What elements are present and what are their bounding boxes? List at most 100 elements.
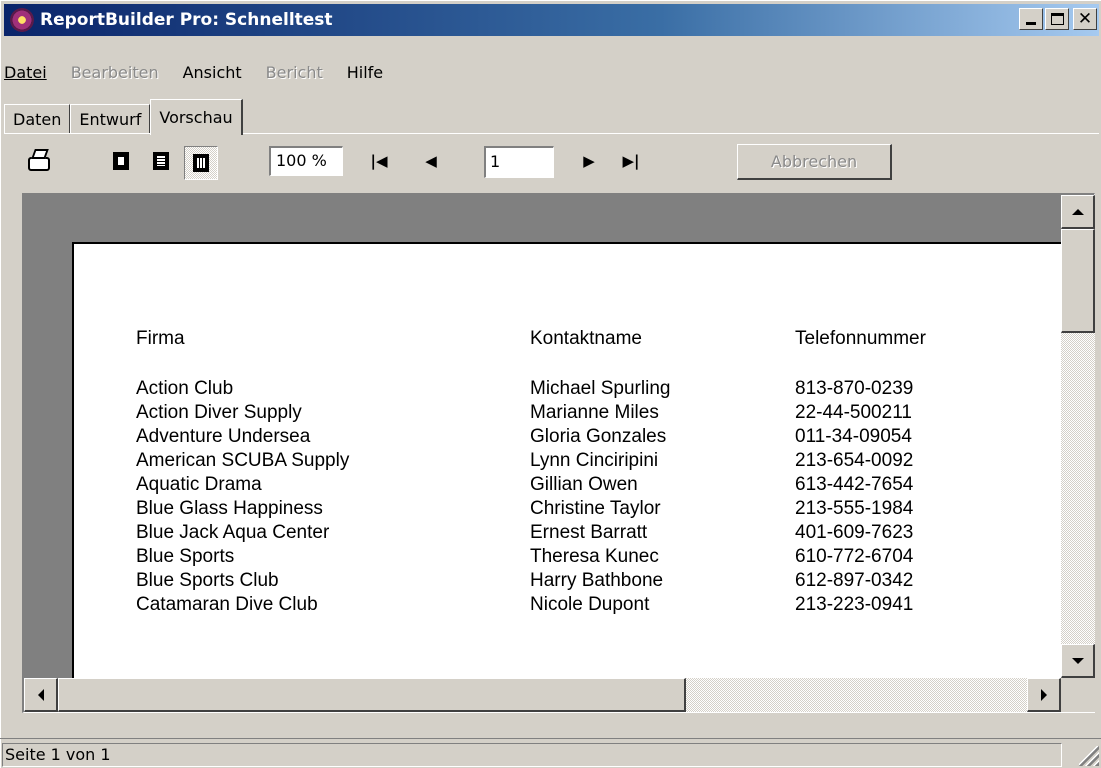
hundred-percent-button[interactable] xyxy=(184,146,218,180)
close-icon: ✕ xyxy=(1077,9,1093,29)
cell-kontaktname: Nicole Dupont xyxy=(530,594,650,615)
menu-bericht[interactable]: Bericht xyxy=(262,63,327,82)
cell-telefonnummer: 610-772-6704 xyxy=(795,546,914,567)
page-width-icon xyxy=(153,152,169,170)
cancel-button[interactable]: Abbrechen xyxy=(737,144,892,180)
minimize-icon xyxy=(1026,22,1036,25)
table-row: Adventure Undersea Gloria Gonzales 011-34-… xyxy=(136,424,1036,449)
tab-vorschau[interactable]: Vorschau xyxy=(150,99,243,135)
cell-kontaktname: Harry Bathbone xyxy=(530,570,664,591)
app-window: ReportBuilder Pro: Schnelltest ✕ Datei B… xyxy=(0,0,1101,768)
app-gear-icon[interactable] xyxy=(10,8,34,32)
cell-telefonnummer: 401-609-7623 xyxy=(795,522,914,543)
cell-kontaktname: Theresa Kunec xyxy=(530,546,659,567)
first-page-button[interactable]: |◀ xyxy=(364,146,394,176)
status-text: Seite 1 von 1 xyxy=(2,743,1062,767)
cell-firma: Action Diver Supply xyxy=(136,402,302,423)
cell-telefonnummer: 213-555-1984 xyxy=(795,498,914,519)
menu-bearbeiten-label: Bearbeiten xyxy=(70,62,159,82)
last-page-icon: ▶| xyxy=(622,152,640,170)
horizontal-scrollbar[interactable] xyxy=(24,678,1061,712)
menu-hilfe[interactable]: Hilfe xyxy=(343,63,387,82)
page-width-button[interactable] xyxy=(146,146,176,176)
cell-kontaktname: Lynn Cinciripini xyxy=(530,450,659,471)
minimize-button[interactable] xyxy=(1019,8,1043,30)
cell-telefonnummer: 213-223-0941 xyxy=(795,594,914,615)
cell-kontaktname: Gloria Gonzales xyxy=(530,426,667,447)
tab-daten[interactable]: Daten xyxy=(4,104,71,134)
cell-firma: Blue Jack Aqua Center xyxy=(136,522,330,543)
table-row: Catamaran Dive Club Nicole Dupont 213-223-… xyxy=(136,592,1036,617)
menu-bar: Datei Bearbeiten Ansicht Bericht Hilfe xyxy=(4,58,403,86)
table-row: Action Club Michael Spurling 813-870-0239 xyxy=(136,376,1036,401)
report-page: Firma Kontaktname Telefonnummer Action C… xyxy=(72,242,1061,678)
title-bar[interactable]: ReportBuilder Pro: Schnelltest ✕ xyxy=(4,4,1099,36)
maximize-icon xyxy=(1051,13,1064,25)
preview-pane: Firma Kontaktname Telefonnummer Action C… xyxy=(22,193,1095,713)
header-firma: Firma xyxy=(136,328,185,349)
tab-entwurf[interactable]: Entwurf xyxy=(70,104,151,134)
horizontal-scroll-thumb[interactable] xyxy=(58,678,686,712)
scroll-right-icon xyxy=(1040,688,1047,701)
menu-datei-label: Datei xyxy=(4,62,47,82)
scroll-left-icon xyxy=(37,688,44,701)
menu-datei[interactable]: Datei xyxy=(4,63,51,82)
window-title: ReportBuilder Pro: Schnelltest xyxy=(40,10,333,30)
scroll-up-icon xyxy=(1071,208,1084,215)
menu-hilfe-label: Hilfe xyxy=(346,62,384,82)
cell-firma: Blue Sports xyxy=(136,546,235,567)
cell-kontaktname: Ernest Barratt xyxy=(530,522,648,543)
cell-firma: American SCUBA Supply xyxy=(136,450,350,471)
previous-page-icon: ◀ xyxy=(425,152,437,170)
cell-kontaktname: Marianne Miles xyxy=(530,402,659,423)
cell-telefonnummer: 22-44-500211 xyxy=(795,402,912,423)
cell-firma: Action Club xyxy=(136,378,234,399)
table-row: Blue Jack Aqua Center Ernest Barratt 401-6… xyxy=(136,520,1036,545)
scroll-down-icon xyxy=(1071,657,1084,664)
header-telefonnummer: Telefonnummer xyxy=(795,328,926,349)
table-row: Aquatic Drama Gillian Owen 613-442-7654 xyxy=(136,472,1036,497)
table-row: Blue Sports Club Harry Bathbone 612-897-03… xyxy=(136,568,1036,593)
table-row: American SCUBA Supply Lynn Cinciripini 213… xyxy=(136,448,1036,473)
whole-page-button[interactable] xyxy=(106,146,136,176)
cell-kontaktname: Gillian Owen xyxy=(530,474,638,495)
cell-kontaktname: Christine Taylor xyxy=(530,498,661,519)
cell-firma: Adventure Undersea xyxy=(136,426,311,447)
hundred-percent-icon xyxy=(193,154,209,172)
whole-page-icon xyxy=(113,152,129,170)
vertical-scroll-thumb[interactable] xyxy=(1061,229,1095,333)
next-page-icon: ▶ xyxy=(583,152,595,170)
header-kontaktname: Kontaktname xyxy=(530,328,642,349)
preview-viewport[interactable]: Firma Kontaktname Telefonnummer Action C… xyxy=(24,195,1061,678)
cell-firma: Catamaran Dive Club xyxy=(136,594,318,615)
scroll-right-button[interactable] xyxy=(1027,678,1061,712)
previous-page-button[interactable]: ◀ xyxy=(416,146,446,176)
printer-icon xyxy=(28,157,50,171)
scrollbar-corner xyxy=(1061,678,1095,712)
close-button[interactable]: ✕ xyxy=(1073,8,1097,30)
print-button[interactable] xyxy=(24,146,54,176)
maximize-button[interactable] xyxy=(1045,8,1069,30)
tab-strip: Daten Entwurf Vorschau xyxy=(4,96,243,135)
next-page-button[interactable]: ▶ xyxy=(574,146,604,176)
cell-firma: Blue Glass Happiness xyxy=(136,498,323,519)
preview-toolbar: 100 % |◀ ◀ 1 ▶ ▶| Abbrechen xyxy=(4,141,1099,183)
vertical-scrollbar[interactable] xyxy=(1061,195,1095,678)
last-page-button[interactable]: ▶| xyxy=(616,146,646,176)
cell-firma: Aquatic Drama xyxy=(136,474,262,495)
cell-telefonnummer: 612-897-0342 xyxy=(795,570,914,591)
scroll-down-button[interactable] xyxy=(1061,644,1095,678)
resize-grip-icon[interactable] xyxy=(1079,746,1099,766)
cell-firma: Blue Sports Club xyxy=(136,570,279,591)
menu-bearbeiten[interactable]: Bearbeiten xyxy=(67,63,163,82)
menu-bericht-label: Bericht xyxy=(265,62,323,82)
table-row: Action Diver Supply Marianne Miles 22-44-5… xyxy=(136,400,1036,425)
cell-telefonnummer: 813-870-0239 xyxy=(795,378,914,399)
scroll-left-button[interactable] xyxy=(24,678,58,712)
cell-telefonnummer: 613-442-7654 xyxy=(795,474,914,495)
first-page-icon: |◀ xyxy=(370,152,388,170)
page-number-input[interactable]: 1 xyxy=(484,146,554,178)
zoom-input[interactable]: 100 % xyxy=(269,146,343,176)
menu-ansicht[interactable]: Ansicht xyxy=(179,63,246,82)
scroll-up-button[interactable] xyxy=(1061,195,1095,229)
